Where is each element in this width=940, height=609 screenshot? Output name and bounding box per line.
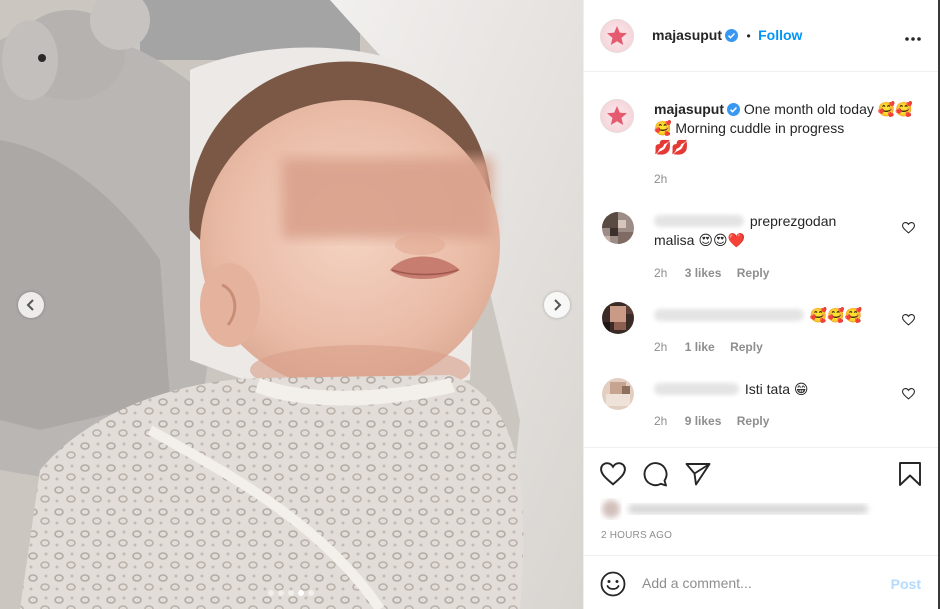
comment-likes[interactable]: 1 like — [685, 340, 715, 354]
commenter-avatar[interactable] — [602, 212, 634, 244]
star-logo-icon — [607, 106, 627, 125]
caption-author-avatar[interactable] — [600, 99, 634, 133]
comment-time[interactable]: 2h — [654, 266, 667, 280]
next-photo-button[interactable] — [544, 292, 570, 318]
carousel-dot — [278, 590, 284, 596]
baby-photo-illustration — [0, 0, 583, 609]
pixelated-avatar-icon — [602, 378, 634, 410]
reply-button[interactable]: Reply — [737, 414, 770, 428]
follow-button[interactable]: Follow — [758, 27, 802, 43]
comment-icon[interactable] — [642, 461, 668, 487]
caption-text-1: One month old today — [743, 101, 874, 117]
comment-text: preprezgodan malisa 😍😍❤️ — [654, 212, 879, 250]
chevron-right-icon — [554, 299, 562, 311]
blurred-likes-summary — [602, 500, 868, 518]
verified-badge-icon — [725, 29, 739, 42]
commenter-avatar[interactable] — [602, 378, 634, 410]
more-horizontal-icon — [905, 37, 921, 41]
comment-likes[interactable]: 3 likes — [685, 266, 722, 280]
chevron-left-icon — [26, 299, 34, 311]
reply-button[interactable]: Reply — [730, 340, 763, 354]
comment-like-icon[interactable] — [902, 388, 915, 400]
comment-text: Isti tata 😁 — [654, 380, 879, 399]
commenter-avatar[interactable] — [602, 302, 634, 334]
carousel-dot — [308, 590, 314, 596]
add-comment-bar: Post — [584, 555, 939, 609]
pixelated-avatar-icon — [602, 302, 634, 334]
comment-emoji: 😁 — [793, 381, 809, 397]
comment-meta: 2h 1 like Reply — [654, 340, 763, 354]
blurred-username — [654, 215, 744, 227]
more-options-button[interactable] — [905, 28, 921, 46]
carousel-dot-active — [298, 590, 304, 596]
blurred-username-and-text — [654, 309, 804, 321]
author-avatar[interactable] — [600, 19, 634, 53]
comment-meta: 2h 3 likes Reply — [654, 266, 769, 280]
comment-like-icon[interactable] — [902, 314, 915, 326]
caption-text-2: Morning cuddle in progress — [675, 120, 845, 136]
paper-plane-icon[interactable] — [685, 462, 711, 486]
comment-text: 🥰🥰🥰 — [654, 306, 879, 325]
post-caption: majasuput One month old today 🥰🥰🥰 Mornin… — [654, 100, 924, 157]
comment-time[interactable]: 2h — [654, 414, 667, 428]
carousel-dot — [288, 590, 294, 596]
comments-section: majasuput One month old today 🥰🥰🥰 Mornin… — [584, 72, 939, 447]
post-comment-button[interactable]: Post — [891, 576, 921, 592]
heart-icon[interactable] — [600, 462, 626, 486]
previous-photo-button[interactable] — [18, 292, 44, 318]
post-photo[interactable] — [0, 0, 583, 609]
post-actions: 2 HOURS AGO — [584, 447, 939, 555]
comment-emoji: 🥰🥰🥰 — [809, 307, 863, 323]
blurred-username — [654, 383, 739, 395]
comment-time[interactable]: 2h — [654, 340, 667, 354]
reply-button[interactable]: Reply — [737, 266, 770, 280]
bookmark-icon[interactable] — [898, 461, 922, 487]
comment-input[interactable] — [642, 573, 872, 593]
comment-like-icon[interactable] — [902, 222, 915, 234]
verified-badge-icon — [727, 103, 741, 116]
post-timestamp[interactable]: 2 HOURS AGO — [601, 530, 672, 541]
comment-likes[interactable]: 9 likes — [685, 414, 722, 428]
comment-meta: 2h 9 likes Reply — [654, 414, 769, 428]
carousel-dot — [268, 590, 274, 596]
comment-emoji: 😍😍❤️ — [698, 232, 745, 248]
caption-emoji-lips: 💋💋 — [654, 139, 689, 155]
carousel-indicator — [268, 590, 314, 596]
post-header: majasuput • Follow — [584, 0, 939, 72]
caption-time[interactable]: 2h — [654, 172, 667, 186]
caption-username[interactable]: majasuput — [654, 101, 724, 117]
smiley-icon[interactable] — [600, 571, 626, 597]
pixelated-avatar-icon — [602, 212, 634, 244]
comment-visible-text: Isti tata — [744, 381, 791, 397]
star-logo-icon — [607, 26, 627, 45]
author-username[interactable]: majasuput — [652, 27, 722, 43]
dot-separator: • — [746, 29, 751, 43]
post-side-panel: majasuput • Follow majasuput One month o… — [583, 0, 939, 609]
